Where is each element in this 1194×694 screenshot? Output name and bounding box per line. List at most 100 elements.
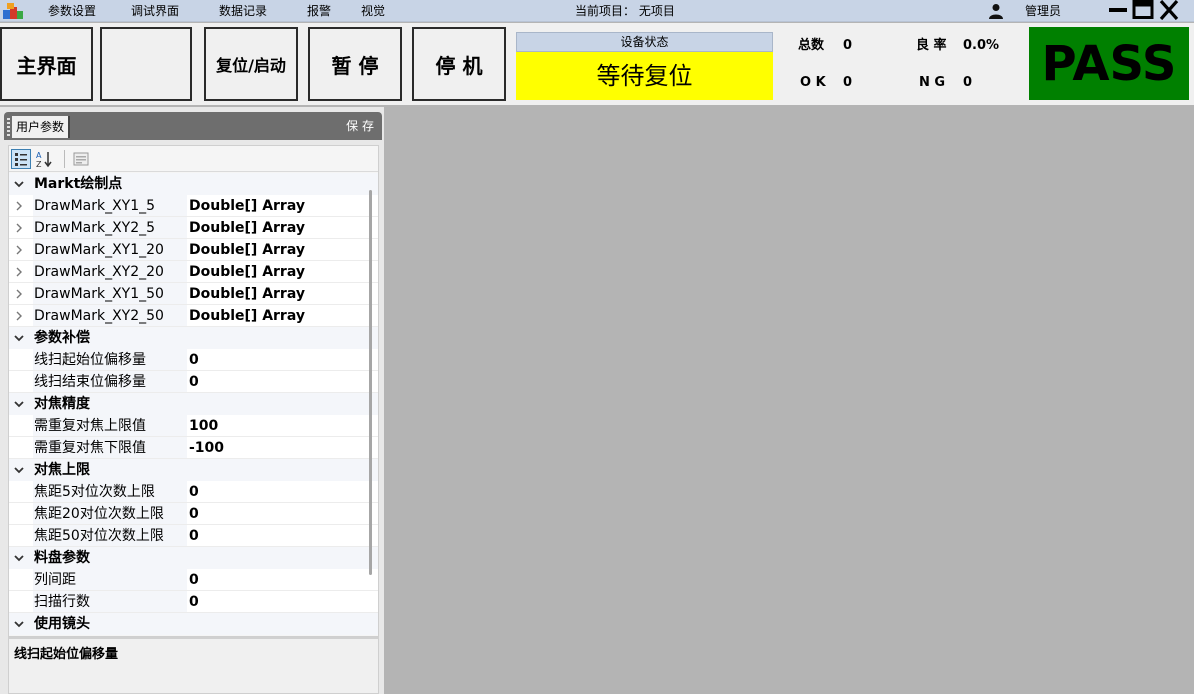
tab-user-params[interactable]: 用户参数 (12, 116, 71, 138)
header-bar: 主界面 复位/启动 暂 停 停 机 设备状态 等待复位 总数 0 良 率 0.0… (0, 23, 1194, 105)
property-category[interactable]: 对焦精度 (9, 393, 378, 415)
chevron-down-icon[interactable] (13, 178, 25, 190)
total-count-value: 0 (843, 38, 853, 53)
chevron-right-icon[interactable] (13, 222, 25, 234)
property-category[interactable]: 料盘参数 (9, 547, 378, 569)
blank-button[interactable] (100, 27, 192, 101)
property-value[interactable]: 0 (187, 481, 362, 502)
stop-button[interactable]: 停 机 (412, 27, 506, 101)
property-value[interactable]: Double[] Array (187, 239, 362, 260)
alphabetical-sort-icon[interactable]: A Z (34, 149, 54, 169)
total-count-label: 总数 (798, 38, 825, 53)
property-row[interactable]: 需重复对焦下限值 -100 (9, 437, 378, 459)
property-name: 焦距5对位次数上限 (34, 484, 155, 500)
ng-count-label: N G (919, 75, 946, 90)
property-value[interactable]: Double[] Array (187, 305, 362, 326)
save-button[interactable]: 保 存 (346, 118, 374, 134)
user-icon (989, 4, 1003, 19)
property-name: DrawMark_XY1_5 (34, 198, 156, 214)
chevron-down-icon[interactable] (13, 398, 25, 410)
property-row[interactable]: DrawMark_XY1_20 Double[] Array (9, 239, 378, 261)
ng-count-value: 0 (963, 75, 973, 90)
property-category-label: 对焦精度 (34, 396, 90, 412)
property-row[interactable]: 扫描行数 0 (9, 591, 378, 613)
main-screen-button[interactable]: 主界面 (0, 27, 93, 101)
property-value[interactable]: 0 (187, 525, 362, 546)
property-row[interactable]: DrawMark_XY2_50 Double[] Array (9, 305, 378, 327)
property-value[interactable]: 0 (187, 349, 362, 370)
chevron-right-icon[interactable] (13, 310, 25, 322)
maximize-icon[interactable] (1131, 0, 1155, 20)
property-name: DrawMark_XY1_20 (34, 242, 164, 258)
property-row[interactable]: DrawMark_XY2_5 Double[] Array (9, 217, 378, 239)
yield-rate-label: 良 率 (916, 38, 947, 53)
result-indicator: PASS (1029, 27, 1189, 100)
menu-item-params[interactable]: 参数设置 (48, 3, 96, 19)
property-pages-icon[interactable] (71, 149, 91, 169)
pause-button[interactable]: 暂 停 (308, 27, 402, 101)
chevron-right-icon[interactable] (13, 266, 25, 278)
property-description-text: 线扫起始位偏移量 (14, 647, 119, 662)
property-name: 列间距 (34, 572, 76, 588)
svg-text:A: A (36, 151, 42, 160)
chevron-down-icon[interactable] (13, 618, 25, 630)
property-category[interactable]: 参数补偿 (9, 327, 378, 349)
property-category[interactable]: 对焦上限 (9, 459, 378, 481)
menu-item-data-log[interactable]: 数据记录 (219, 3, 267, 19)
minimize-icon[interactable] (1106, 0, 1130, 20)
property-row[interactable]: 线扫结束位偏移量 0 (9, 371, 378, 393)
property-value[interactable]: Double[] Array (187, 195, 362, 216)
property-name: DrawMark_XY2_50 (34, 308, 164, 324)
property-value[interactable]: -100 (187, 437, 362, 458)
svg-text:Z: Z (36, 160, 42, 169)
property-name: 扫描行数 (34, 594, 90, 610)
drag-grip-icon[interactable] (7, 118, 10, 136)
property-value[interactable]: Double[] Array (187, 261, 362, 282)
property-row[interactable]: DrawMark_XY1_5 Double[] Array (9, 195, 378, 217)
device-status-title: 设备状态 (516, 32, 773, 52)
close-icon[interactable] (1157, 0, 1181, 20)
chevron-down-icon[interactable] (13, 552, 25, 564)
property-description-panel: 线扫起始位偏移量 (8, 637, 379, 694)
reset-start-button[interactable]: 复位/启动 (204, 27, 298, 101)
property-value[interactable]: Double[] Array (187, 217, 362, 238)
property-category-label: 对焦上限 (34, 462, 90, 478)
current-project-label: 当前项目： 无项目 (575, 4, 675, 18)
chevron-right-icon[interactable] (13, 244, 25, 256)
property-category-label: 使用镜头 (34, 616, 90, 632)
property-grid: A Z Markt绘制点 DrawMark_XY1_5 Double[] Array… (8, 145, 379, 637)
property-name: DrawMark_XY1_50 (34, 286, 164, 302)
chevron-down-icon[interactable] (13, 332, 25, 344)
property-category[interactable]: Markt绘制点 (9, 173, 378, 195)
property-value[interactable]: Double[] Array (187, 283, 362, 304)
categorized-view-icon[interactable] (11, 149, 31, 169)
property-name: DrawMark_XY2_5 (34, 220, 156, 236)
menu-item-vision[interactable]: 视觉 (361, 3, 385, 19)
chevron-right-icon[interactable] (13, 200, 25, 212)
property-value[interactable]: 100 (187, 415, 362, 436)
property-value[interactable]: 0 (187, 371, 362, 392)
property-row[interactable]: DrawMark_XY1_50 Double[] Array (9, 283, 378, 305)
property-row[interactable]: 焦距5对位次数上限 0 (9, 481, 378, 503)
menu-item-alarm[interactable]: 报警 (307, 3, 331, 19)
device-status-panel: 设备状态 等待复位 (516, 32, 773, 100)
property-row[interactable]: 焦距50对位次数上限 0 (9, 525, 378, 547)
property-name: 焦距20对位次数上限 (34, 506, 164, 522)
property-row[interactable]: 焦距20对位次数上限 0 (9, 503, 378, 525)
chevron-right-icon[interactable] (13, 288, 25, 300)
chevron-down-icon[interactable] (13, 464, 25, 476)
property-category[interactable]: 使用镜头 (9, 613, 378, 635)
property-value[interactable]: 0 (187, 591, 362, 612)
ok-count-value: 0 (843, 75, 853, 90)
property-value[interactable]: 0 (187, 569, 362, 590)
property-grid-scrollbar[interactable] (369, 190, 372, 575)
property-row[interactable]: DrawMark_XY2_20 Double[] Array (9, 261, 378, 283)
ok-count-label: O K (800, 75, 826, 90)
property-row[interactable]: 列间距 0 (9, 569, 378, 591)
property-row[interactable]: 线扫起始位偏移量 0 (9, 349, 378, 371)
property-name: 线扫起始位偏移量 (34, 352, 146, 368)
app-logo-icon (3, 3, 23, 19)
menu-item-debug[interactable]: 调试界面 (131, 3, 179, 19)
property-value[interactable]: 0 (187, 503, 362, 524)
property-row[interactable]: 需重复对焦上限值 100 (9, 415, 378, 437)
